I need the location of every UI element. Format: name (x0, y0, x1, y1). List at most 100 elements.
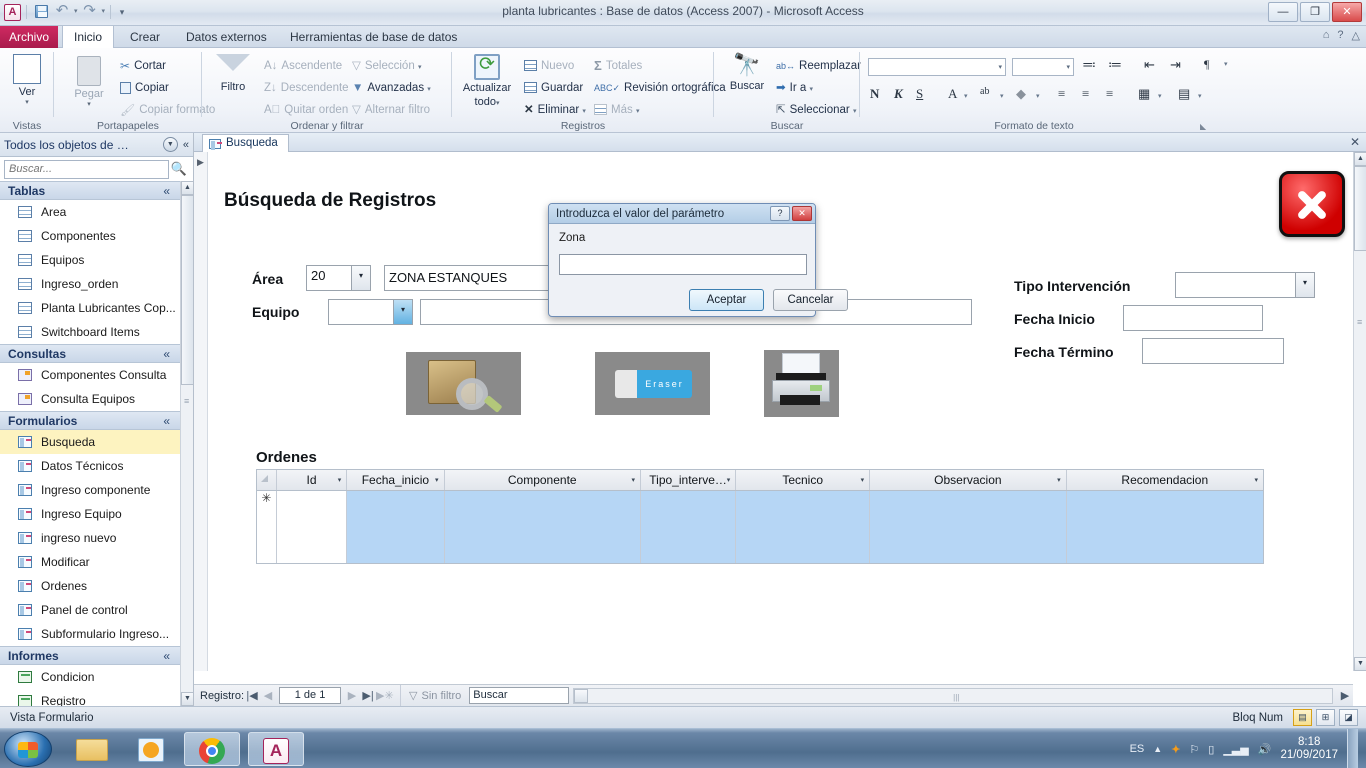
chevron-up-icon[interactable]: « (163, 647, 170, 666)
navpane-item-area[interactable]: Area (0, 200, 180, 224)
show-desktop-button[interactable] (1347, 729, 1358, 768)
navpane-item-ingreso-componente[interactable]: Ingreso componente (0, 478, 180, 502)
document-vertical-scrollbar[interactable]: ▲ ≡ ▼ (1353, 152, 1366, 671)
ir-a-button[interactable]: ➡ Ir a ▾ (776, 80, 813, 99)
seleccion-caret-icon[interactable]: ▾ (418, 64, 422, 71)
current-record-input[interactable]: 1 de 1 (279, 687, 342, 704)
tab-herramientas-bd[interactable]: Herramientas de base de datos (278, 26, 469, 48)
chevron-up-icon[interactable]: « (163, 345, 170, 364)
previous-record-button[interactable]: ◀ (260, 689, 276, 702)
totales-button[interactable]: Σ Totales (594, 58, 642, 74)
navpane-item-componentes[interactable]: Componentes (0, 224, 180, 248)
tab-datos-externos[interactable]: Datos externos (174, 26, 279, 48)
highlight-icon[interactable]: ab (980, 86, 989, 97)
actualizar-todo-button[interactable]: Actualizar todo▾ (456, 52, 518, 108)
column-header-fecha-inicio[interactable]: Fecha_inicio ▾ (347, 470, 445, 490)
reemplazar-button[interactable]: ab↔ Reemplazar (776, 58, 861, 74)
ascendente-button[interactable]: A↓ Ascendente (264, 58, 342, 74)
cell-recomendacion[interactable] (1066, 491, 1263, 563)
pegar-button[interactable]: Pegar ▾ (62, 52, 116, 108)
gridlines-icon[interactable]: ▦ (1138, 86, 1150, 102)
align-center-icon[interactable]: ≡ (1082, 86, 1089, 102)
text-direction-caret-icon[interactable]: ▾ (1224, 56, 1228, 74)
navpane-item-condicion[interactable]: Condicion (0, 665, 180, 689)
indent-increase-icon[interactable]: ⇥ (1170, 57, 1181, 73)
navpane-item-switchboard-items[interactable]: Switchboard Items (0, 320, 180, 344)
descendente-button[interactable]: Z↓ Descendente (264, 80, 349, 96)
mas-caret-icon[interactable]: ▾ (636, 108, 640, 115)
quitar-orden-button[interactable]: A⃠ Quitar orden (264, 102, 348, 118)
copiar-button[interactable]: Copiar (120, 80, 169, 96)
font-color-caret-icon[interactable]: ▾ (964, 88, 968, 106)
scroll-left-icon[interactable] (574, 688, 589, 703)
underline-button[interactable]: S (916, 86, 923, 102)
restore-button[interactable]: ❐ (1300, 2, 1330, 22)
font-name-select[interactable]: ▾ (868, 58, 1006, 76)
column-header-componente[interactable]: Componente ▾ (445, 470, 641, 490)
seleccionar-caret-icon[interactable]: ▾ (853, 108, 857, 115)
seleccion-button[interactable]: ▽ Selección ▾ (352, 58, 421, 77)
cancel-button[interactable]: Cancelar (773, 289, 848, 311)
navpane-item-subformulario-ingreso[interactable]: Subformulario Ingreso... (0, 622, 180, 646)
close-document-icon[interactable]: ✕ (1350, 135, 1360, 149)
clock[interactable]: 8:18 21/09/2017 (1280, 736, 1338, 762)
taskbar-explorer[interactable] (64, 732, 120, 766)
nuevo-button[interactable]: Nuevo (524, 58, 574, 74)
record-selector-bar[interactable]: ▶ (194, 152, 208, 671)
last-record-button[interactable]: ▶| (360, 689, 376, 702)
navpane-item-ingreso-nuevo[interactable]: ingreso nuevo (0, 526, 180, 550)
pegar-caret-icon[interactable]: ▾ (62, 100, 116, 108)
collapse-navpane-icon[interactable]: « (183, 139, 189, 151)
taskbar-access[interactable]: A (248, 732, 304, 766)
chevron-down-icon[interactable]: ▾ (435, 476, 439, 484)
avanzadas-button[interactable]: ▼ Avanzadas ▾ (352, 80, 431, 99)
chevron-down-icon[interactable]: ▾ (1295, 273, 1314, 297)
font-name-caret-icon[interactable]: ▾ (998, 63, 1002, 71)
chevron-up-icon[interactable]: « (163, 182, 170, 201)
tab-crear[interactable]: Crear (118, 26, 172, 48)
column-header-recomendacion[interactable]: Recomendacion ▾ (1067, 470, 1263, 490)
indent-decrease-icon[interactable]: ⇤ (1144, 57, 1155, 73)
show-hidden-icons-icon[interactable]: ▲ (1153, 744, 1162, 754)
alternar-filtro-button[interactable]: ▽ Alternar filtro (352, 102, 430, 118)
chevron-down-icon[interactable]: ▾ (338, 476, 342, 484)
tipo-intervencion-combo[interactable]: ▾ (1175, 272, 1315, 298)
chevron-down-icon[interactable]: ▾ (861, 476, 865, 484)
select-all-corner[interactable] (257, 470, 277, 490)
cortar-button[interactable]: ✂ Cortar (120, 58, 166, 74)
print-button[interactable] (764, 350, 839, 417)
scroll-thumb[interactable] (181, 195, 194, 385)
formato-dialog-launcher-icon[interactable]: ◣ (1200, 122, 1206, 131)
equipo-combo[interactable]: ▾ (328, 299, 413, 325)
cell-observacion[interactable] (870, 491, 1067, 563)
scroll-down-icon[interactable]: ▼ (1354, 657, 1366, 671)
cell-componente[interactable] (444, 491, 641, 563)
help-button[interactable]: ? (770, 206, 790, 221)
taskbar-media-player[interactable] (124, 732, 180, 766)
ver-button[interactable]: Ver ▾ (0, 52, 54, 106)
navpane-item-componentes-consulta[interactable]: Componentes Consulta (0, 363, 180, 387)
scroll-up-icon[interactable]: ▲ (1354, 152, 1366, 166)
bold-button[interactable]: N (870, 86, 879, 102)
battery-icon[interactable]: ▯ (1208, 743, 1214, 756)
column-header-observacion[interactable]: Observacion ▾ (870, 470, 1067, 490)
scroll-down-icon[interactable]: ▼ (181, 692, 194, 706)
taskbar-chrome[interactable] (184, 732, 240, 766)
chevron-down-icon[interactable]: ▾ (631, 476, 635, 484)
ir-a-caret-icon[interactable]: ▾ (809, 86, 813, 93)
actualizar-caret-icon[interactable]: ▾ (496, 100, 500, 107)
ver-caret-icon[interactable]: ▾ (0, 98, 54, 106)
highlight-caret-icon[interactable]: ▾ (1000, 88, 1004, 106)
navpane-item-panel-de-control[interactable]: Panel de control (0, 598, 180, 622)
column-header-tecnico[interactable]: Tecnico ▾ (736, 470, 871, 490)
font-size-caret-icon[interactable]: ▾ (1066, 63, 1070, 71)
accept-button[interactable]: Aceptar (689, 289, 764, 311)
close-icon[interactable]: ✕ (792, 206, 812, 221)
navpane-item-busqueda[interactable]: Busqueda (0, 430, 180, 454)
layout-view-button[interactable]: ⊞ (1316, 709, 1335, 726)
navpane-item-ingreso-equipo[interactable]: Ingreso Equipo (0, 502, 180, 526)
new-record-button[interactable]: ▶✳ (376, 689, 394, 702)
fecha-inicio-field[interactable] (1123, 305, 1263, 331)
navpane-item-ordenes[interactable]: Ordenes (0, 574, 180, 598)
numbering-icon[interactable]: ≔ (1108, 57, 1122, 74)
